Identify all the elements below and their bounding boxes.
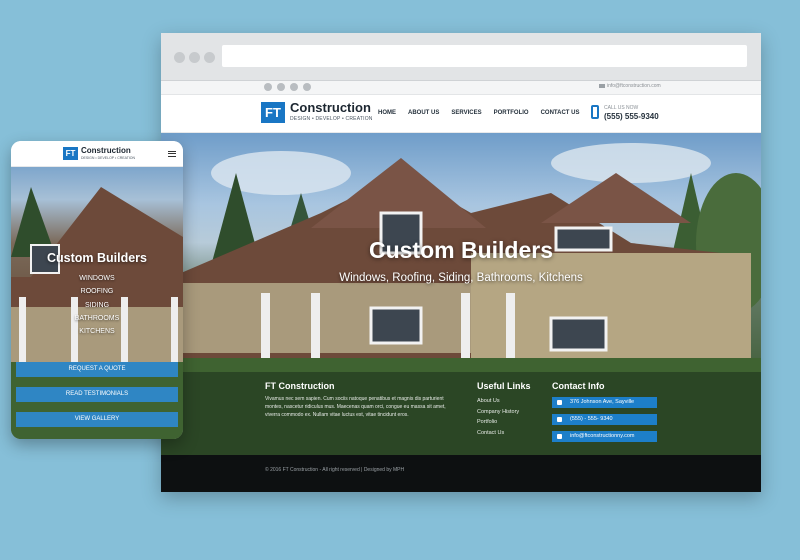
map-pin-icon (557, 400, 562, 405)
contact-email[interactable]: info@ftconstructionny.com (552, 431, 657, 442)
main-nav: HOME ABOUT US SERVICES PORTFOLIO CONTACT… (378, 110, 579, 116)
address-bar[interactable] (222, 45, 747, 67)
contact-address[interactable]: 376 Johnson Ave, Sayville (552, 397, 657, 408)
mobile-service-item[interactable]: KITCHENS (11, 328, 183, 341)
hamburger-menu-icon[interactable] (168, 151, 176, 157)
hero-title: Custom Builders (368, 237, 554, 263)
desktop-browser-mockup: info@ftconstruction.com FT Construction … (161, 33, 761, 492)
footer-link-about-us[interactable]: About Us (477, 398, 519, 404)
call-label: CALL US NOW (604, 105, 639, 111)
window-dot[interactable] (174, 52, 185, 63)
facebook-icon[interactable] (264, 83, 272, 91)
hero-section: Custom Builders Windows, Roofing, Siding… (161, 133, 761, 455)
contact-phone-text: (555) - 555- 9340 (570, 416, 613, 422)
top-email-text: info@ftconstruction.com (607, 83, 661, 89)
contact-phone[interactable]: (555) - 555- 9340 (552, 414, 657, 425)
request-quote-button[interactable]: REQUEST A QUOTE (16, 362, 178, 377)
contact-address-text: 376 Johnson Ave, Sayville (570, 399, 635, 405)
rss-icon[interactable] (303, 83, 311, 91)
top-email[interactable]: info@ftconstruction.com (599, 83, 661, 89)
footer-link-portfolio[interactable]: Portfolio (477, 419, 519, 425)
mail-icon (599, 84, 605, 88)
nav-contact-us[interactable]: CONTACT US (541, 110, 580, 116)
social-icons (264, 83, 311, 91)
phone-icon (557, 417, 562, 422)
browser-chrome (161, 33, 761, 81)
site-header: FT Construction DESIGN • DEVELOP • CREAT… (161, 95, 761, 133)
mobile-service-item[interactable]: ROOFING (11, 288, 183, 301)
nav-about-us[interactable]: ABOUT US (408, 110, 439, 116)
read-testimonials-button[interactable]: READ TESTIMONIALS (16, 387, 178, 402)
window-dot[interactable] (204, 52, 215, 63)
nav-portfolio[interactable]: PORTFOLIO (494, 110, 529, 116)
mobile-services-list: WINDOWS ROOFING SIDING BATHROOMS KITCHEN… (11, 275, 183, 341)
logo-name[interactable]: Construction (290, 100, 371, 115)
footer-link-company-history[interactable]: Company History (477, 409, 519, 415)
footer-about-text: Vivamus nec sem sapien. Cum sociis natoq… (265, 396, 446, 418)
mail-icon (557, 434, 562, 439)
phone-icon (591, 105, 599, 119)
mobile-service-item[interactable]: SIDING (11, 302, 183, 315)
hero-subtitle: Windows, Roofing, Siding, Bathrooms, Kit… (339, 272, 583, 284)
mobile-mockup: FT Construction DESIGN • DEVELOP • CREAT… (11, 141, 183, 439)
mobile-service-item[interactable]: BATHROOMS (11, 315, 183, 328)
mobile-hero: Custom Builders WINDOWS ROOFING SIDING B… (11, 167, 183, 439)
website: info@ftconstruction.com FT Construction … (161, 81, 761, 492)
footer-about-title: FT Construction (265, 381, 335, 391)
top-bar: info@ftconstruction.com (161, 81, 761, 95)
mobile-logo-tagline: DESIGN • DEVELOP • CREATION (81, 156, 136, 160)
nav-home[interactable]: HOME (378, 110, 396, 116)
mobile-hero-title: Custom Builders (46, 251, 147, 265)
pinterest-icon[interactable] (290, 83, 298, 91)
mobile-service-item[interactable]: WINDOWS (11, 275, 183, 288)
footer-links: About Us Company History Portfolio Conta… (477, 398, 519, 440)
mobile-logo-name[interactable]: Construction (81, 146, 131, 155)
contact-email-text: info@ftconstructionny.com (570, 433, 635, 439)
copyright: © 2016 FT Construction - All right reser… (265, 467, 405, 473)
footer-contact-title: Contact Info (552, 381, 605, 391)
mobile-header: FT Construction DESIGN • DEVELOP • CREAT… (11, 141, 183, 167)
logo-tagline: DESIGN • DEVELOP • CREATION (290, 116, 373, 122)
nav-services[interactable]: SERVICES (451, 110, 481, 116)
view-gallery-button[interactable]: VIEW GALLERY (16, 412, 178, 427)
mobile-logo-mark[interactable]: FT (63, 147, 78, 160)
call-number[interactable]: (555) 555-9340 (604, 112, 659, 121)
footer-links-title: Useful Links (477, 381, 531, 391)
window-dot[interactable] (189, 52, 200, 63)
footer-overlay (161, 372, 761, 455)
bottom-bar: © 2016 FT Construction - All right reser… (161, 455, 761, 492)
logo-mark[interactable]: FT (261, 102, 285, 123)
footer-link-contact-us[interactable]: Contact Us (477, 430, 519, 436)
twitter-icon[interactable] (277, 83, 285, 91)
